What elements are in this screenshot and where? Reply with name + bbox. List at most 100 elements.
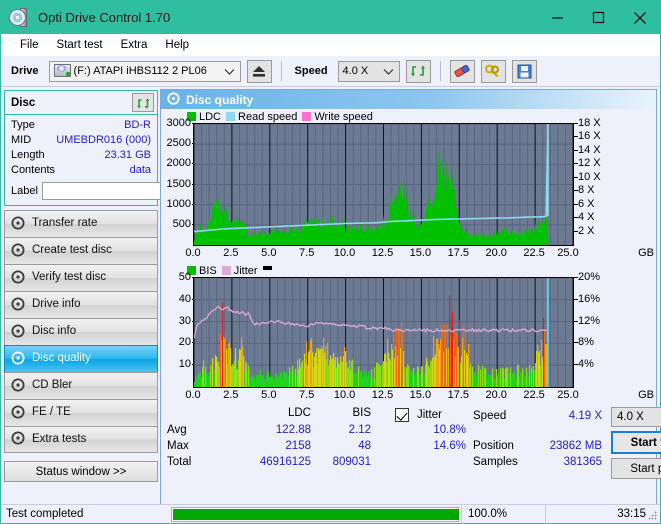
bis-y-axis: 10 20 30 40 50: [161, 271, 196, 386]
keys-button[interactable]: [480, 59, 506, 83]
y2-tick-label: 18 X: [578, 117, 601, 129]
start-part-button[interactable]: Start part: [611, 458, 661, 479]
sidebar-item-label: Extra tests: [32, 432, 87, 445]
bis-y2-axis: 4% 8% 12% 16% 20%: [574, 271, 614, 386]
sidebar-item-label: Disc info: [32, 325, 77, 338]
jitter-checkbox[interactable]: [395, 408, 409, 422]
x-tick-label: 2.5: [223, 247, 239, 259]
refresh-button[interactable]: [405, 59, 431, 83]
chevron-down-icon: [383, 67, 394, 79]
y-tick-label: 2500: [166, 137, 191, 150]
x-tick-label: 22.5: [523, 389, 545, 401]
y-tick-label: 1000: [166, 197, 191, 210]
disc-icon: [11, 270, 25, 287]
legend-bis: BIS: [187, 265, 217, 277]
menu-extra[interactable]: Extra: [112, 37, 157, 53]
speed-select-value: 4.0 X: [342, 65, 369, 77]
speed-select[interactable]: 4.0 X: [337, 60, 400, 82]
ldc-plot: [193, 123, 574, 246]
x-tick-label: 7.5: [299, 247, 315, 259]
sidebar-item-extra-tests[interactable]: Extra tests: [4, 426, 158, 453]
disc-icon: [11, 431, 25, 448]
x-tick-label: 5.0: [261, 389, 277, 401]
speed-stat-label: Speed: [473, 410, 507, 422]
test-speed-select[interactable]: 4.0 X: [611, 407, 661, 427]
maximize-icon[interactable]: [578, 1, 619, 34]
minimize-icon[interactable]: [537, 1, 578, 34]
disc-group-title: Disc: [11, 96, 36, 109]
toolbar-divider-1: [280, 61, 282, 81]
drive-label: Drive: [11, 65, 39, 77]
x-tick-label: 0.0: [185, 247, 201, 259]
stats-avg-bis: 2.12: [348, 424, 371, 436]
x-tick-label: 20.0: [485, 389, 507, 401]
y-tick-label: 10: [178, 358, 191, 371]
sidebar-item-create-test-disc[interactable]: Create test disc: [4, 237, 158, 264]
sidebar-item-disc-quality[interactable]: Disc quality: [4, 345, 158, 372]
menu-help[interactable]: Help: [156, 37, 198, 53]
legend-label: Read speed: [238, 110, 298, 123]
legend-label: BIS: [199, 264, 217, 277]
ldc-x-axis: 0.0 2.5 5.0 7.5 10.0 12.5 15.0 17.5 20.0 22.5 25.0…: [161, 246, 656, 263]
x-tick-label: 15.0: [409, 389, 432, 401]
y2-tick-label: 10 X: [578, 170, 601, 183]
refresh-icon: [410, 65, 425, 77]
status-bar: Test completed 100.0% 33:15: [1, 504, 660, 524]
disc-group-header: Disc: [5, 91, 157, 115]
samples-stat-label: Samples: [473, 456, 518, 468]
drive-icon: [53, 64, 71, 78]
disc-row-length: Length 23.31 GB: [11, 148, 151, 163]
y2-tick-label: 12 X: [578, 157, 601, 170]
y2-tick-label: 6 X: [578, 197, 595, 210]
menu-start-test[interactable]: Start test: [48, 37, 112, 53]
sidebar-buttons: Transfer rate Create test disc Verify te…: [4, 210, 158, 453]
toolbar: Drive (F:) ATAPI iHBS112 2 PL06 Speed 4.…: [1, 56, 660, 87]
disc-quality-panel: Disc quality LDC Read speed Write speed …: [160, 89, 661, 505]
menu-file[interactable]: File: [11, 37, 48, 53]
sidebar-item-drive-info[interactable]: Drive info: [4, 291, 158, 318]
disc-row-mid-value: UMEBDR016 (000): [56, 134, 151, 146]
x-tick-label: 17.5: [447, 389, 470, 401]
sidebar-item-fe-te[interactable]: FE / TE: [4, 399, 158, 426]
x-tick-label: 17.5: [447, 247, 470, 259]
legend-jitter: Jitter: [221, 265, 258, 277]
body: Disc Type BD-R MID UMEBDR016 (000) Lengt…: [1, 87, 661, 505]
sidebar-item-label: Create test disc: [32, 244, 112, 257]
y2-tick-label: 8%: [578, 336, 594, 349]
disc-row-contents-key: Contents: [11, 164, 56, 176]
window-controls: [537, 1, 660, 34]
sidebar-item-cd-bler[interactable]: CD Bler: [4, 372, 158, 399]
bis-x-axis: 0.0 2.5 5.0 7.5 10.0 12.5 15.0 17.5 20.0 22.5 25.0…: [161, 388, 656, 405]
sidebar-item-disc-info[interactable]: Disc info: [4, 318, 158, 345]
keys-icon: [485, 63, 500, 77]
stats-max-jitter: 14.6%: [433, 440, 466, 452]
y-tick-label: 30: [178, 314, 191, 327]
x-axis-unit: GB: [638, 247, 654, 259]
elapsed-time: 33:15: [545, 504, 660, 524]
eject-button[interactable]: [246, 59, 272, 83]
disc-refresh-button[interactable]: [132, 93, 154, 112]
stats-max-bis: 48: [358, 440, 371, 452]
content: Disc quality LDC Read speed Write speed …: [160, 87, 661, 505]
y2-tick-label: 4%: [578, 358, 594, 371]
erase-button[interactable]: [449, 59, 475, 83]
floppy-save-icon: [517, 64, 532, 78]
legend-swatch: [302, 112, 312, 121]
start-full-button[interactable]: Start full: [611, 431, 661, 454]
save-button[interactable]: [511, 59, 537, 83]
stats-row-max-label: Max: [167, 440, 189, 452]
jitter-label: Jitter: [417, 409, 442, 421]
disc-row-type-key: Type: [11, 119, 35, 131]
eject-icon: [253, 65, 266, 77]
resize-grip[interactable]: [648, 511, 658, 521]
jitter-scale-marker: [262, 265, 272, 270]
sidebar-item-transfer-rate[interactable]: Transfer rate: [4, 210, 158, 237]
sidebar-item-verify-test-disc[interactable]: Verify test disc: [4, 264, 158, 291]
status-window-button[interactable]: Status window >>: [4, 461, 158, 482]
disc-group: Disc Type BD-R MID UMEBDR016 (000) Lengt…: [4, 90, 242, 206]
drive-select[interactable]: (F:) ATAPI iHBS112 2 PL06: [48, 60, 241, 82]
disc-row-type-value: BD-R: [124, 119, 151, 131]
x-tick-label: 12.5: [371, 247, 394, 259]
legend-swatch: [226, 112, 236, 121]
close-icon[interactable]: [619, 1, 660, 34]
